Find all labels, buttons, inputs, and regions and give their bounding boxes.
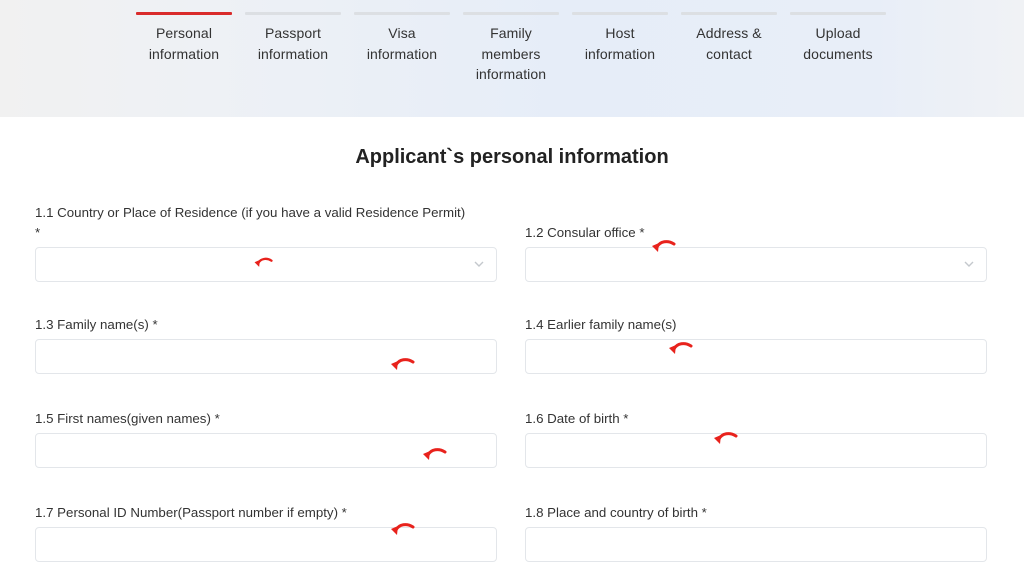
tab-indicator <box>463 12 559 15</box>
curved-arrow-icon <box>669 342 693 354</box>
tab-address-contact[interactable]: Address & contact <box>681 12 777 85</box>
wizard-steps: Personal information Passport informatio… <box>136 12 899 85</box>
tab-label: Passport information <box>257 25 329 62</box>
date-of-birth-label: 1.6 Date of birth * <box>525 411 629 426</box>
curved-arrow-icon <box>423 448 447 460</box>
curved-arrow-icon <box>714 432 738 444</box>
earlier-family-name-input[interactable] <box>525 339 987 374</box>
family-name-input[interactable] <box>35 339 497 374</box>
tab-indicator <box>136 12 232 15</box>
tab-indicator <box>354 12 450 15</box>
curved-arrow-icon <box>652 240 676 252</box>
date-of-birth-input[interactable] <box>525 433 987 468</box>
personal-id-input[interactable] <box>35 527 497 562</box>
tab-label: Host information <box>584 25 656 62</box>
tab-indicator <box>245 12 341 15</box>
tab-label: Address & contact <box>696 25 762 62</box>
chevron-down-icon <box>474 261 484 267</box>
tab-indicator <box>790 12 886 15</box>
tab-label: Family members information <box>475 25 547 82</box>
family-name-label: 1.3 Family name(s) * <box>35 317 158 332</box>
page-title: Applicant`s personal information <box>355 146 669 168</box>
required-marker: * <box>35 225 41 240</box>
tab-personal-information[interactable]: Personal information <box>136 12 232 85</box>
consular-office-select[interactable] <box>525 247 987 282</box>
place-country-of-birth-input[interactable] <box>525 527 987 562</box>
consular-office-label: 1.2 Consular office * <box>525 225 645 240</box>
tab-passport-information[interactable]: Passport information <box>245 12 341 85</box>
curved-arrow-icon <box>391 523 415 535</box>
tab-upload-documents[interactable]: Upload documents <box>790 12 886 85</box>
first-names-label: 1.5 First names(given names) * <box>35 411 220 426</box>
tab-host-information[interactable]: Host information <box>572 12 668 85</box>
tab-family-members-information[interactable]: Family members information <box>463 12 559 85</box>
curved-arrow-icon <box>254 257 273 267</box>
tab-indicator <box>681 12 777 15</box>
tab-visa-information[interactable]: Visa information <box>354 12 450 85</box>
personal-id-label: 1.7 Personal ID Number(Passport number i… <box>35 505 347 520</box>
place-country-of-birth-label: 1.8 Place and country of birth * <box>525 505 707 520</box>
tab-label: Personal information <box>148 25 220 62</box>
tab-label: Visa information <box>366 25 438 62</box>
chevron-down-icon <box>964 261 974 267</box>
country-of-residence-label: 1.1 Country or Place of Residence (if yo… <box>35 205 466 220</box>
tab-indicator <box>572 12 668 15</box>
curved-arrow-icon <box>391 358 415 370</box>
tab-label: Upload documents <box>803 25 873 62</box>
earlier-family-name-label: 1.4 Earlier family name(s) <box>525 317 677 332</box>
